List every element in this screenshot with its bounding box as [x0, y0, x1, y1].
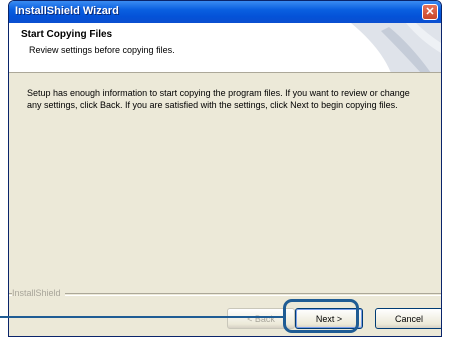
callout-pointer-line — [0, 316, 283, 318]
close-button[interactable]: ✕ — [422, 4, 438, 20]
footer-divider — [9, 293, 441, 296]
wizard-banner-graphic — [351, 23, 441, 72]
page-title: Start Copying Files — [21, 29, 113, 40]
wizard-message: Setup has enough information to start co… — [27, 88, 410, 110]
wizard-header: Start Copying Files Review settings befo… — [9, 23, 441, 73]
cancel-button[interactable]: Cancel — [375, 308, 441, 329]
window-title: InstallShield Wizard — [15, 5, 119, 17]
installshield-wizard-window: InstallShield Wizard ✕ Start Copying Fil… — [8, 0, 442, 337]
page-subtitle: Review settings before copying files. — [29, 45, 175, 55]
installshield-brand-label: InstallShield — [12, 288, 65, 298]
title-bar[interactable]: InstallShield Wizard ✕ — [9, 1, 441, 23]
back-button[interactable]: < Back — [227, 308, 295, 329]
next-button[interactable]: Next > — [295, 308, 363, 329]
close-icon: ✕ — [425, 5, 435, 18]
